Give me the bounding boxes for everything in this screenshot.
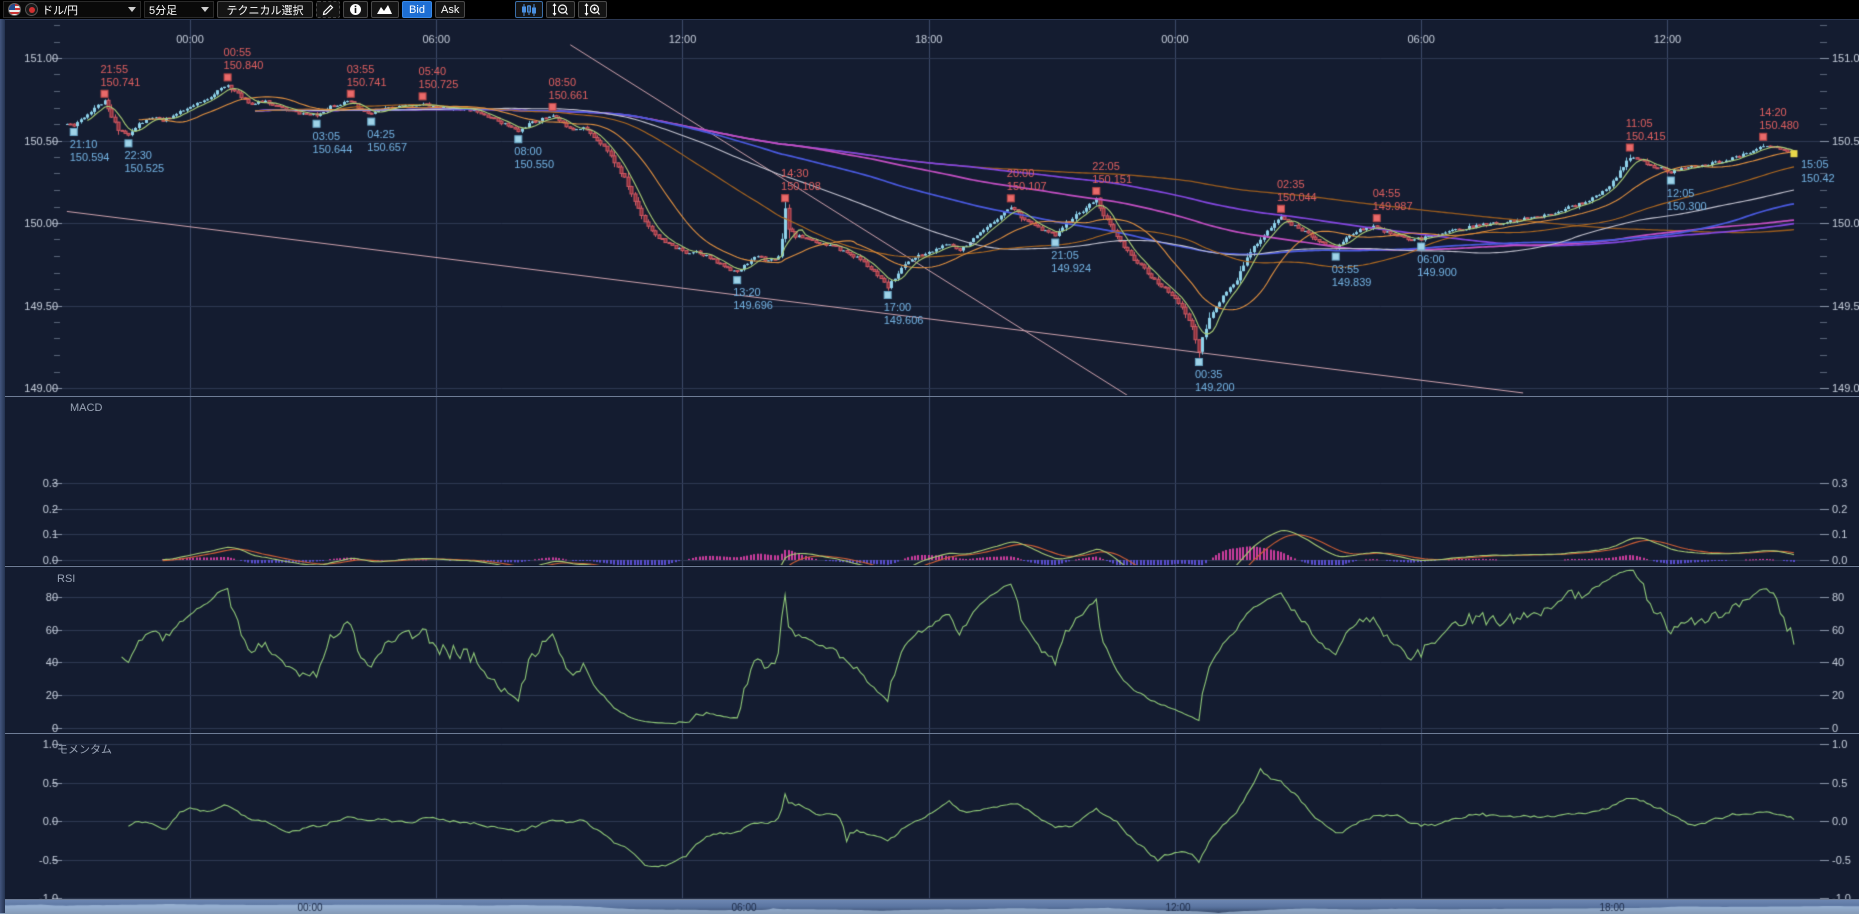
info-button[interactable] <box>343 1 368 18</box>
pencil-icon <box>322 4 334 16</box>
currency-pair-select[interactable]: ドル/円 <box>3 1 141 18</box>
navigator-canvas[interactable] <box>0 900 1859 914</box>
chevron-down-icon <box>201 7 209 12</box>
candlestick-icon <box>521 4 537 16</box>
chevron-down-icon <box>128 7 136 12</box>
macd-panel-title: MACD <box>70 402 102 414</box>
momentum-chart-canvas[interactable] <box>0 734 1859 900</box>
fx-chart-window: ドル/円 5分足 テクニカル選択 <box>0 0 1859 913</box>
timeframe-label: 5分足 <box>149 2 177 18</box>
bid-label: Bid <box>409 4 425 16</box>
ask-button[interactable]: Ask <box>435 1 465 18</box>
price-chart-canvas[interactable] <box>0 20 1859 397</box>
area-chart-button[interactable] <box>371 1 399 18</box>
rsi-chart-canvas[interactable] <box>0 567 1859 734</box>
info-icon <box>349 3 362 16</box>
left-edge-strip <box>0 19 5 913</box>
bid-button[interactable]: Bid <box>402 1 432 18</box>
draw-pencil-button[interactable] <box>316 1 340 18</box>
price-panel <box>0 19 1859 396</box>
zoom-out-icon <box>552 3 569 16</box>
time-scrollbar[interactable] <box>0 899 1859 913</box>
technical-select-button[interactable]: テクニカル選択 <box>217 1 313 18</box>
rsi-panel: RSI <box>0 566 1859 733</box>
us-flag-icon <box>8 3 21 16</box>
zoom-out-button[interactable] <box>546 1 575 18</box>
macd-chart-canvas[interactable] <box>0 397 1859 566</box>
rsi-panel-title: RSI <box>57 573 75 585</box>
technical-select-label: テクニカル選択 <box>227 2 304 18</box>
momentum-panel-title: モメンタム <box>57 741 112 757</box>
zoom-in-icon <box>584 3 601 16</box>
candlestick-mode-button[interactable] <box>515 1 543 18</box>
ask-label: Ask <box>441 4 459 16</box>
zoom-in-button[interactable] <box>578 1 607 18</box>
timeframe-select[interactable]: 5分足 <box>144 1 214 18</box>
macd-panel: MACD <box>0 396 1859 565</box>
toolbar: ドル/円 5分足 テクニカル選択 <box>0 0 1859 19</box>
jp-flag-icon <box>25 3 38 16</box>
area-chart-icon <box>377 4 393 15</box>
currency-pair-label: ドル/円 <box>42 2 78 18</box>
momentum-panel: モメンタム <box>0 733 1859 899</box>
